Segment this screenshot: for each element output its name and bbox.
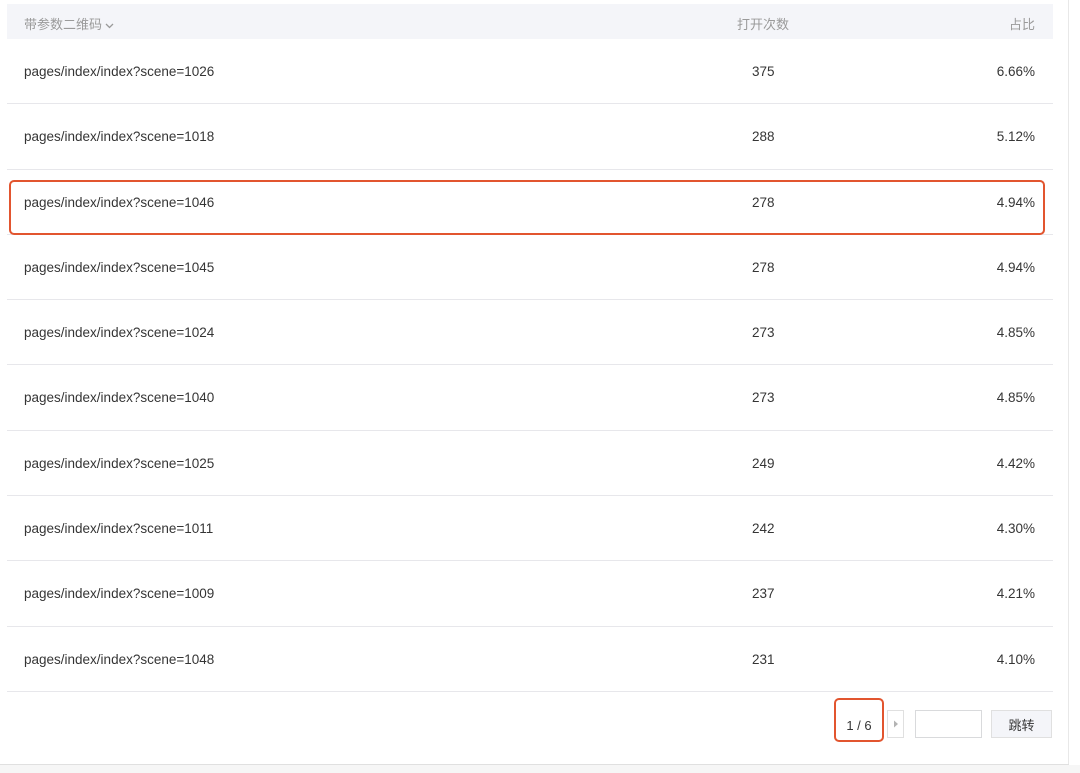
row-path: pages/index/index?scene=1045: [24, 259, 215, 275]
caret-right-icon: [893, 715, 899, 733]
table-row: pages/index/index?scene=1024 273 4.85%: [7, 300, 1053, 366]
row-ratio: 4.94%: [996, 194, 1035, 210]
page-indicator: 1 / 6: [846, 717, 872, 733]
row-ratio: 6.66%: [996, 64, 1035, 79]
table-header: 带参数二维码 打开次数 占比: [7, 4, 1053, 39]
row-path: pages/index/index?scene=1009: [24, 586, 215, 602]
row-open-count: 273: [752, 390, 775, 406]
row-open-count: 273: [752, 325, 775, 341]
qr-code-header-label: 带参数二维码: [24, 17, 103, 32]
row-ratio: 4.10%: [996, 651, 1035, 667]
table-row: pages/index/index?scene=1025 249 4.42%: [7, 431, 1053, 497]
table-row: pages/index/index?scene=1018 288 5.12%: [7, 104, 1053, 170]
frame-right-border: [1068, 0, 1069, 773]
chevron-down-icon[interactable]: [105, 17, 114, 32]
row-open-count: 375: [752, 64, 775, 79]
jump-page-input[interactable]: [915, 710, 982, 738]
row-ratio: 5.12%: [996, 129, 1035, 145]
row-open-count: 237: [752, 586, 775, 602]
open-count-column-header: 打开次数: [737, 17, 790, 32]
row-path: pages/index/index?scene=1025: [24, 455, 215, 471]
row-path: pages/index/index?scene=1040: [24, 390, 215, 406]
row-open-count: 278: [752, 194, 775, 210]
jump-button[interactable]: 跳转: [991, 710, 1052, 738]
row-ratio: 4.94%: [996, 259, 1035, 275]
row-path: pages/index/index?scene=1024: [24, 325, 215, 341]
qr-stats-table: 带参数二维码 打开次数 占比 pages/index/index?scene=1…: [7, 4, 1053, 692]
row-ratio: 4.85%: [996, 390, 1035, 406]
table-row: pages/index/index?scene=1046 278 4.94%: [7, 170, 1053, 235]
row-open-count: 242: [752, 521, 775, 537]
row-open-count: 231: [752, 651, 775, 667]
row-path: pages/index/index?scene=1018: [24, 129, 215, 145]
table-row: pages/index/index?scene=1009 237 4.21%: [7, 561, 1053, 627]
table-row: pages/index/index?scene=1011 242 4.30%: [7, 496, 1053, 562]
table-row: pages/index/index?scene=1026 375 6.66%: [7, 39, 1053, 105]
row-path: pages/index/index?scene=1048: [24, 651, 215, 667]
next-page-button[interactable]: [887, 710, 904, 738]
row-open-count: 278: [752, 259, 775, 275]
frame-bottom-fill: [0, 765, 1080, 773]
row-ratio: 4.30%: [996, 521, 1035, 537]
row-path: pages/index/index?scene=1011: [24, 521, 214, 537]
row-ratio: 4.42%: [996, 455, 1035, 471]
qr-code-column-header[interactable]: 带参数二维码: [24, 14, 114, 33]
table-row: pages/index/index?scene=1045 278 4.94%: [7, 235, 1053, 301]
table-row: pages/index/index?scene=1040 273 4.85%: [7, 365, 1053, 431]
row-path: pages/index/index?scene=1046: [24, 194, 215, 210]
row-open-count: 288: [752, 129, 775, 145]
pagination: 1 / 6 跳转: [0, 698, 1080, 742]
row-open-count: 249: [752, 455, 775, 471]
row-path: pages/index/index?scene=1026: [24, 64, 215, 79]
row-ratio: 4.85%: [996, 325, 1035, 341]
table-row: pages/index/index?scene=1048 231 4.10%: [7, 627, 1053, 692]
row-ratio: 4.21%: [996, 586, 1035, 602]
ratio-column-header: 占比: [1008, 17, 1035, 32]
